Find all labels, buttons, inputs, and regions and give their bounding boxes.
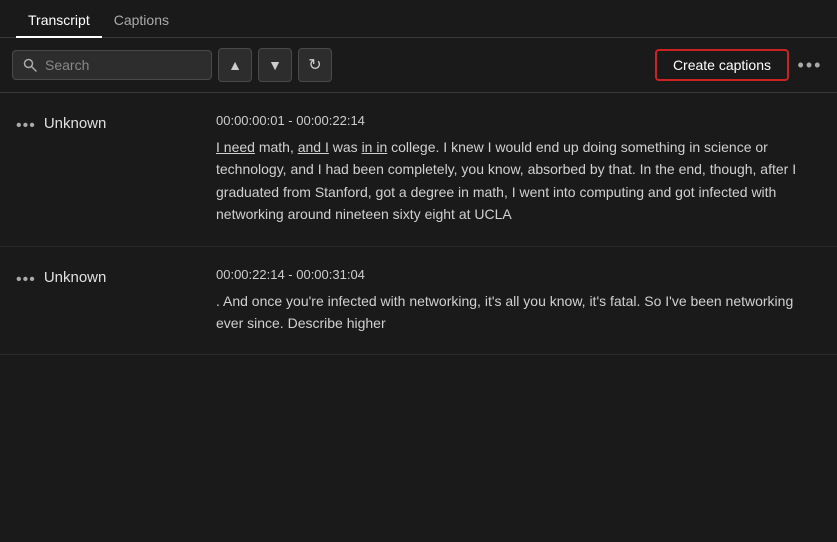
transcript-word: was (329, 139, 362, 155)
timestamp: 00:00:00:01 - 00:00:22:14 (216, 113, 821, 128)
refresh-icon: ↻ (308, 55, 321, 75)
more-icon: ••• (798, 56, 823, 74)
transcript-text-section: 00:00:00:01 - 00:00:22:14 I need math, a… (216, 113, 821, 226)
transcript-word: and I (298, 139, 329, 155)
toolbar: ▲ ▼ ↻ Create captions ••• (0, 38, 837, 93)
transcript-body: . And once you're infected with networki… (216, 290, 821, 335)
refresh-button[interactable]: ↻ (298, 48, 332, 82)
create-captions-button[interactable]: Create captions (655, 49, 789, 81)
transcript-entry: ••• Unknown 00:00:00:01 - 00:00:22:14 I … (0, 93, 837, 247)
transcript-content: ••• Unknown 00:00:00:01 - 00:00:22:14 I … (0, 93, 837, 542)
tab-transcript[interactable]: Transcript (16, 4, 102, 38)
app-container: Transcript Captions ▲ ▼ ↻ Create caption… (0, 0, 837, 542)
speaker-section: ••• Unknown (16, 267, 216, 289)
tab-captions[interactable]: Captions (102, 4, 181, 38)
speaker-name: Unknown (44, 115, 107, 132)
transcript-word: in in (362, 139, 388, 155)
transcript-word: math, (255, 139, 298, 155)
transcript-body: I need math, and I was in in college. I … (216, 136, 821, 226)
speaker-name: Unknown (44, 269, 107, 286)
transcript-word: . And once you're infected with networki… (216, 293, 793, 331)
speaker-menu-dots[interactable]: ••• (16, 117, 36, 135)
transcript-entry: ••• Unknown 00:00:22:14 - 00:00:31:04 . … (0, 247, 837, 356)
timestamp: 00:00:22:14 - 00:00:31:04 (216, 267, 821, 282)
down-button[interactable]: ▼ (258, 48, 292, 82)
tabs-bar: Transcript Captions (0, 0, 837, 38)
up-button[interactable]: ▲ (218, 48, 252, 82)
search-box (12, 50, 212, 80)
speaker-section: ••• Unknown (16, 113, 216, 135)
search-icon (23, 58, 37, 72)
speaker-menu-dots[interactable]: ••• (16, 271, 36, 289)
down-icon: ▼ (268, 57, 282, 73)
transcript-word: I need (216, 139, 255, 155)
transcript-text-section: 00:00:22:14 - 00:00:31:04 . And once you… (216, 267, 821, 335)
up-icon: ▲ (228, 57, 242, 73)
more-options-button[interactable]: ••• (795, 50, 825, 80)
search-input[interactable] (45, 57, 201, 73)
